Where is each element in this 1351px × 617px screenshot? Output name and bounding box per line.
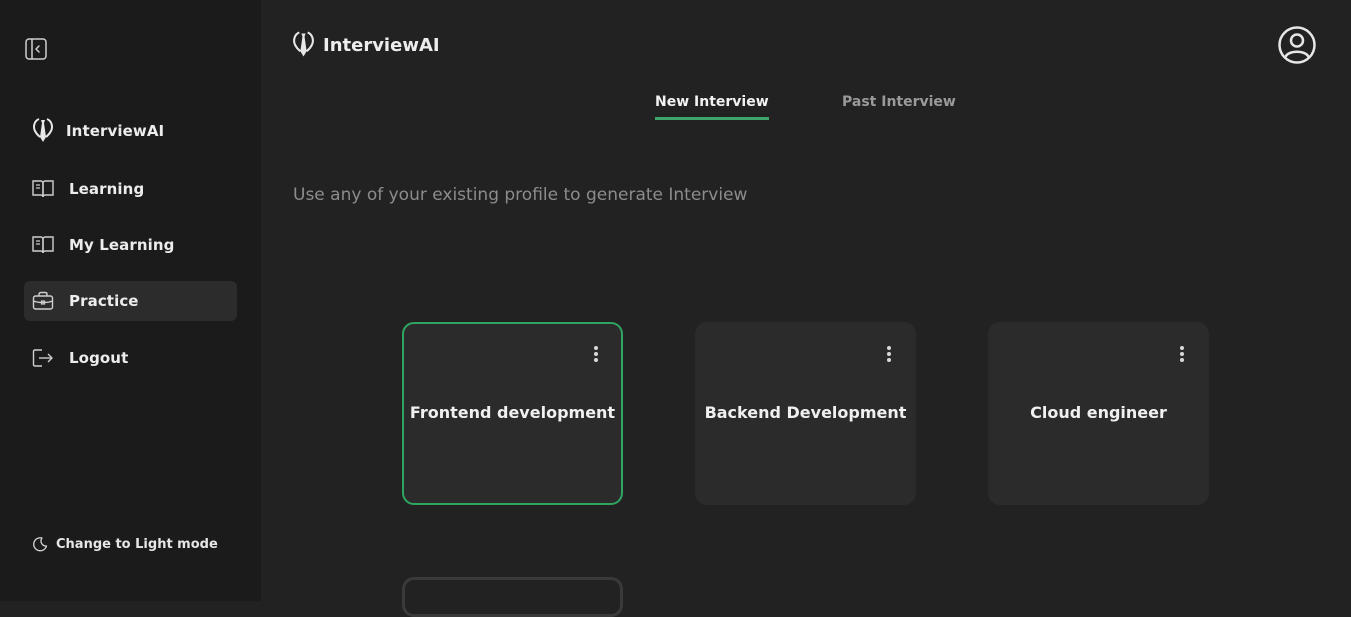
book-open-icon	[32, 234, 54, 256]
sidebar-item-label: Practice	[69, 292, 139, 310]
briefcase-icon	[32, 290, 54, 312]
card-menu-button[interactable]	[589, 346, 603, 362]
user-avatar-icon	[1278, 26, 1316, 64]
header-brand: InterviewAI	[292, 30, 440, 60]
sidebar: InterviewAI Learning My Learning Practic…	[0, 0, 261, 601]
sidebar-item-practice[interactable]: Practice	[24, 281, 237, 321]
theme-toggle-label: Change to Light mode	[56, 536, 218, 552]
card-menu-button[interactable]	[882, 346, 896, 362]
logout-icon	[32, 347, 54, 369]
sidebar-item-logout[interactable]: Logout	[24, 338, 237, 378]
more-vertical-icon	[887, 352, 891, 356]
more-vertical-icon	[887, 358, 891, 362]
collapse-sidebar-button[interactable]	[25, 38, 47, 60]
sidebar-item-learning[interactable]: Learning	[24, 169, 237, 209]
tie-logo-icon	[293, 31, 314, 57]
more-vertical-icon	[594, 346, 598, 350]
sidebar-brand-label: InterviewAI	[66, 122, 165, 140]
tab-new-interview[interactable]: New Interview	[655, 94, 769, 120]
profile-card-cloud[interactable]: Cloud engineer	[988, 322, 1209, 505]
page-subtitle: Use any of your existing profile to gene…	[293, 185, 748, 205]
book-open-icon	[32, 178, 54, 200]
more-vertical-icon	[1180, 352, 1184, 356]
add-profile-card[interactable]	[402, 577, 623, 617]
profile-card-frontend[interactable]: Frontend development	[402, 322, 623, 505]
more-vertical-icon	[594, 358, 598, 362]
card-menu-button[interactable]	[1175, 346, 1189, 362]
more-vertical-icon	[1180, 358, 1184, 362]
theme-toggle-button[interactable]: Change to Light mode	[32, 536, 218, 552]
header-brand-label: InterviewAI	[323, 34, 440, 56]
sidebar-item-label: My Learning	[69, 236, 175, 254]
tie-logo-icon	[32, 118, 54, 142]
card-title: Frontend development	[409, 403, 616, 422]
sidebar-item-label: Logout	[69, 349, 129, 367]
tab-past-interview[interactable]: Past Interview	[842, 94, 956, 117]
card-title: Backend Development	[704, 403, 907, 422]
sidebar-item-label: Learning	[69, 180, 145, 198]
more-vertical-icon	[1180, 346, 1184, 350]
sidebar-item-interviewai[interactable]: InterviewAI	[24, 111, 237, 151]
profile-card-backend[interactable]: Backend Development	[695, 322, 916, 505]
moon-icon	[33, 537, 48, 552]
card-title: Cloud engineer	[1030, 403, 1167, 422]
more-vertical-icon	[887, 346, 891, 350]
profile-button[interactable]	[1277, 25, 1317, 65]
more-vertical-icon	[594, 352, 598, 356]
sidebar-item-my-learning[interactable]: My Learning	[24, 225, 237, 265]
sidebar-collapse-icon	[25, 38, 47, 60]
